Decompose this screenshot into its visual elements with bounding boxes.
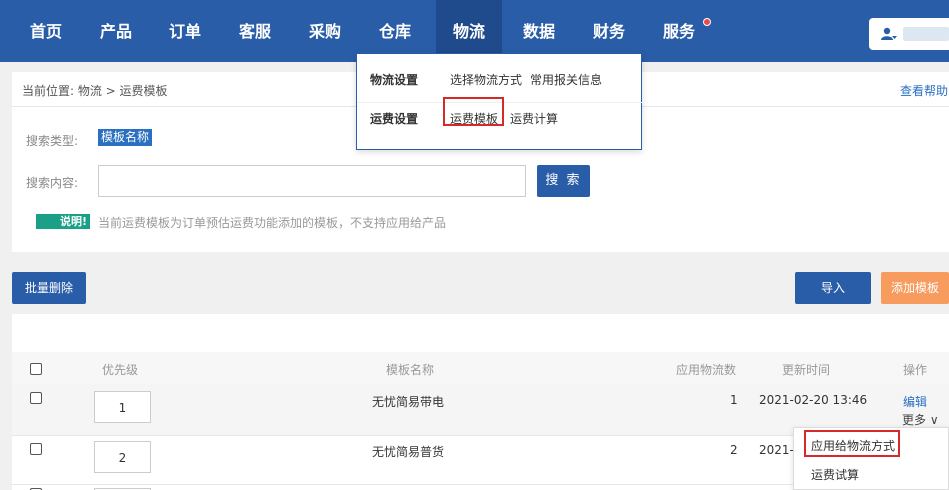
highlight-box [804,430,900,457]
logistics-dropdown: 物流设置 选择物流方式 常用报关信息 运费设置 运费模板 运费计算 [356,53,643,150]
menu-freight-trial[interactable]: 运费试算 [811,466,859,483]
header-template-name: 模板名称 [386,363,435,377]
note-badge: 说明! [36,214,90,229]
nav-orders[interactable]: 订单 [157,0,213,62]
logistics-count: 1 [730,393,738,407]
menu-select-logistics-method[interactable]: 选择物流方式 [450,71,522,88]
search-content-label: 搜索内容: [26,176,79,190]
search-button[interactable]: 搜 索 [537,165,590,197]
user-name-placeholder [903,27,949,41]
template-name: 无忧简易普货 [372,445,445,459]
template-name: 无忧简易带电 [372,395,445,409]
menu-customs-info[interactable]: 常用报关信息 [530,71,602,88]
user-icon [881,27,897,40]
more-dropdown: 应用给物流方式 运费试算 [793,427,949,490]
user-profile[interactable] [869,18,949,50]
nav-customer-service[interactable]: 客服 [227,0,283,62]
logistics-count: 2 [730,443,738,457]
help-link[interactable]: 查看帮助 [900,82,948,99]
search-type-template-name[interactable]: 模板名称 [98,129,153,146]
nav-products[interactable]: 产品 [88,0,144,62]
edit-link[interactable]: 编辑 [903,393,927,410]
header-priority: 优先级 [102,363,139,377]
breadcrumb: 当前位置: 物流 > 运费模板 [22,84,168,98]
nav-purchasing[interactable]: 采购 [297,0,353,62]
logistics-settings-heading: 物流设置 [370,73,419,87]
header-logistics-count: 应用物流数 [676,363,737,377]
nav-services[interactable]: 服务 [651,0,707,62]
batch-delete-button[interactable]: 批量删除 [12,272,86,304]
menu-shipping-calculation[interactable]: 运费计算 [510,110,558,127]
row-checkbox[interactable] [30,392,42,404]
select-all-checkbox[interactable] [30,363,42,375]
import-button[interactable]: 导入 [795,272,871,304]
highlight-box [443,97,504,126]
header-updated-time: 更新时间 [782,363,831,377]
add-template-button[interactable]: 添加模板 [881,272,949,304]
notification-dot [703,18,711,26]
updated-time: 2021-02-20 13:46 [759,393,868,407]
more-menu-toggle[interactable]: 更多 ∨ [902,411,939,428]
note-text: 当前运费模板为订单预估运费功能添加的模板，不支持应用给产品 [98,216,447,230]
row-checkbox[interactable] [30,443,42,455]
header-operations: 操作 [903,363,928,377]
search-type-label: 搜索类型: [26,134,79,148]
nav-home[interactable]: 首页 [18,0,74,62]
priority-input[interactable]: 1 [94,391,151,423]
priority-input[interactable]: 2 [94,441,151,473]
search-input[interactable] [98,165,526,197]
shipping-settings-heading: 运费设置 [370,112,419,126]
